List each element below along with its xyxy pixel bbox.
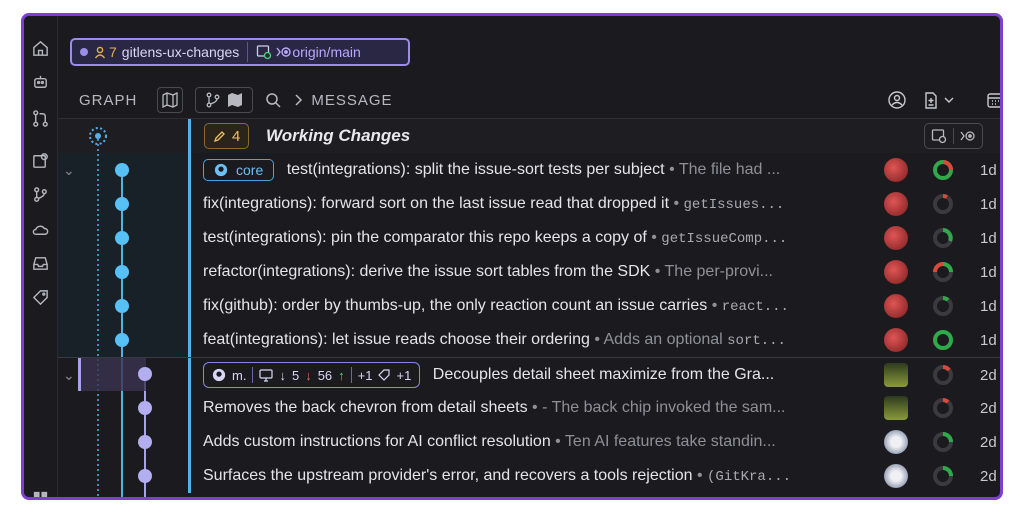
source-control-icon[interactable] (30, 184, 50, 204)
upstream-icon (276, 45, 292, 59)
chevron-down-icon[interactable]: ⌄ (63, 367, 75, 384)
author-avatar (884, 226, 908, 250)
tag-icon (378, 369, 391, 381)
commit-age: 2d (980, 467, 997, 485)
grid-icon[interactable] (30, 488, 50, 497)
commit-age: 2d (980, 399, 997, 417)
upstream-branch[interactable]: origin/main (292, 44, 360, 60)
robot-icon[interactable] (30, 72, 50, 92)
github-icon (214, 163, 228, 177)
commit-row[interactable]: test(integrations): pin the comparator t… (58, 221, 1000, 255)
changes-ring-icon (933, 194, 953, 214)
commit-row[interactable]: fix(github): order by thumbs-up, the onl… (58, 289, 1000, 323)
upstream-icon (960, 131, 975, 141)
changes-ring-icon (933, 432, 953, 452)
calendar-icon[interactable] (986, 91, 1000, 109)
author-avatar (884, 260, 908, 284)
commit-message: test(integrations): pin the comparator t… (203, 229, 788, 247)
author-avatar (884, 192, 908, 216)
commit-message: m. ↓ 5 ↓ 56 ↑ +1 +1 Decouples detail sheet … (203, 362, 863, 388)
changes-ring-icon (933, 228, 953, 248)
author-avatar (884, 158, 908, 182)
commit-message: core test(integrations): split the issue… (203, 159, 863, 181)
commit-row[interactable]: refactor(integrations): derive the issue… (58, 255, 1000, 289)
github-branch-ref[interactable]: core (203, 159, 275, 181)
changes-ring-icon (933, 330, 953, 350)
author-avatar (884, 294, 908, 318)
commit-age: 1d (980, 297, 997, 315)
commit-row[interactable]: fix(integrations): forward sort on the l… (58, 187, 1000, 221)
inspect-icon[interactable] (30, 150, 50, 170)
changes-ring-icon (933, 398, 953, 418)
chevron-right-icon (293, 94, 303, 106)
author-avatar (884, 396, 908, 420)
commit-age: 1d (980, 195, 997, 213)
working-changes-actions[interactable] (924, 123, 983, 149)
branch-status-dot (80, 48, 88, 56)
commit-age: 1d (980, 263, 997, 281)
chevron-down-icon[interactable]: ⌄ (63, 162, 75, 179)
changes-ring-icon (933, 296, 953, 316)
commit-message: Removes the back chevron from detail she… (203, 399, 786, 416)
github-icon (212, 368, 226, 382)
graph-panel: 7 gitlens-ux-changes origin/main GRAPH M… (58, 16, 1000, 497)
monitor-icon (259, 368, 274, 382)
author-avatar (884, 464, 908, 488)
person-icon (94, 46, 106, 59)
author-avatar (884, 363, 908, 387)
author-avatar (884, 328, 908, 352)
cloud-icon[interactable] (30, 219, 50, 239)
commit-message: feat(integrations): let issue reads choo… (203, 331, 786, 349)
commit-age: 1d (980, 229, 997, 247)
changes-ring-icon (933, 262, 953, 282)
commit-row[interactable]: feat(integrations): let issue reads choo… (58, 323, 1000, 357)
home-icon[interactable] (30, 38, 50, 58)
tag-icon[interactable] (30, 287, 50, 307)
commit-age: 2d (980, 366, 997, 384)
commit-message: Surfaces the upstream provider's error, … (203, 467, 792, 485)
commit-message: refactor(integrations): derive the issue… (203, 263, 773, 280)
commit-message: Adds custom instructions for AI conflict… (203, 433, 776, 450)
map-icon[interactable] (157, 87, 184, 113)
working-changes-row[interactable]: 4 Working Changes (58, 119, 1000, 153)
commit-row[interactable]: ⌄ core test(integrations): split the iss… (58, 153, 1000, 187)
pull-request-icon[interactable] (30, 108, 50, 128)
branch-commit-count: 7 (109, 44, 117, 60)
commit-row[interactable]: ⌄ m. ↓ 5 ↓ 56 ↑ +1 +1 Decouples detail s… (58, 357, 1000, 392)
commit-age: 1d (980, 161, 997, 179)
graph-toolbar: GRAPH MESSAGE (58, 82, 1000, 119)
commit-message: fix(github): order by thumbs-up, the onl… (203, 297, 789, 315)
changes-ring-icon (933, 466, 953, 486)
working-changes-count-badge[interactable]: 4 (204, 123, 250, 149)
author-column-icon[interactable] (888, 91, 906, 109)
commit-row[interactable]: Adds custom instructions for AI conflict… (58, 425, 1000, 459)
message-column-header[interactable]: MESSAGE (311, 92, 392, 109)
changes-ring-icon (933, 160, 953, 180)
working-changes-label: Working Changes (266, 126, 411, 145)
worktree-icon (256, 44, 272, 60)
commit-row[interactable]: Surfaces the upstream provider's error, … (58, 459, 1000, 493)
commit-message: fix(integrations): forward sort on the l… (203, 195, 785, 213)
changes-column-icon[interactable] (924, 91, 954, 109)
activity-bar (24, 16, 58, 497)
search-icon[interactable] (265, 92, 281, 108)
branch-name[interactable]: gitlens-ux-changes (122, 44, 240, 60)
worktree-icon (931, 129, 947, 144)
pencil-icon (213, 130, 225, 142)
branch-ref-pill[interactable]: m. ↓ 5 ↓ 56 ↑ +1 +1 (203, 362, 421, 388)
commit-age: 1d (980, 331, 997, 349)
changes-ring-icon (933, 365, 953, 385)
graph-title: GRAPH (79, 91, 138, 109)
commit-list: 4 Working Changes ⌄ core test(integratio… (58, 119, 1000, 497)
branch-map-toggle[interactable] (195, 87, 254, 113)
app-window: 7 gitlens-ux-changes origin/main GRAPH M… (21, 13, 1003, 500)
commit-row[interactable]: Removes the back chevron from detail she… (58, 391, 1000, 425)
author-avatar (884, 430, 908, 454)
branch-bar[interactable]: 7 gitlens-ux-changes origin/main (70, 38, 410, 66)
inbox-icon[interactable] (30, 253, 50, 273)
commit-age: 2d (980, 433, 997, 451)
